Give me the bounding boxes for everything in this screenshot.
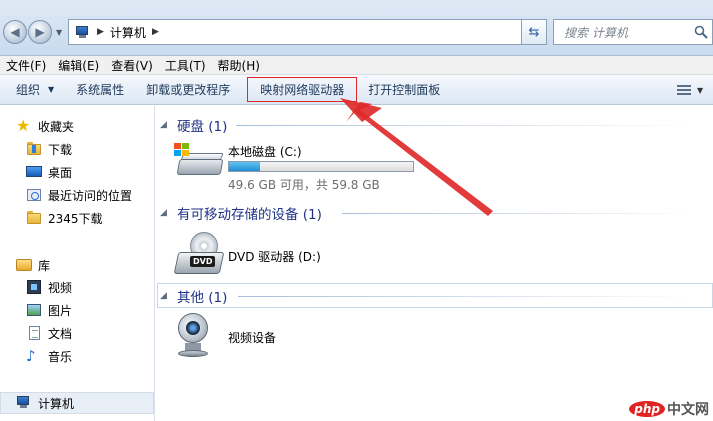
group-title: 有可移动存储的设备 (1) — [177, 207, 322, 223]
group-title: 硬盘 (1) — [177, 119, 228, 135]
menu-bar: 文件(F) 编辑(E) 查看(V) 工具(T) 帮助(H) — [0, 56, 713, 75]
sidebar-item-label: 桌面 — [48, 165, 73, 180]
sidebar-item-2345-downloads[interactable]: 2345下载 — [26, 207, 103, 229]
hard-disk-icon — [174, 143, 224, 183]
collapse-triangle-icon[interactable]: ◢ — [160, 291, 169, 301]
webcam-icon — [174, 313, 214, 359]
sidebar-item-recent-places[interactable]: 最近访问的位置 — [26, 184, 132, 206]
download-folder-icon — [26, 141, 42, 157]
sidebar-item-label: 图片 — [48, 303, 73, 318]
video-library-icon — [26, 279, 42, 295]
open-control-panel-button[interactable]: 打开控制面板 — [357, 79, 451, 101]
navigation-pane: ★ 收藏夹 下载 桌面 最近访问的位置 2345下载 库 视频 图片 文档 ♪ … — [0, 106, 155, 421]
collapse-triangle-icon[interactable]: ◢ — [160, 208, 169, 218]
dvd-drive-icon: DVD — [173, 232, 225, 280]
drive-name: 本地磁盘 (C:) — [228, 145, 302, 159]
sidebar-item-libraries[interactable]: 库 — [16, 254, 50, 276]
menu-file[interactable]: 文件(F) — [0, 57, 52, 74]
group-title: 其他 (1) — [177, 290, 228, 306]
change-view-button[interactable]: ▼ — [673, 79, 709, 101]
sidebar-item-label: 最近访问的位置 — [48, 188, 133, 203]
drive-usage-bar — [228, 161, 414, 172]
menu-view[interactable]: 查看(V) — [105, 57, 159, 74]
drive-usage-fill — [229, 162, 261, 171]
chevron-down-icon: ▼ — [697, 85, 704, 95]
sidebar-item-videos[interactable]: 视频 — [26, 276, 72, 298]
search-placeholder: 搜索 计算机 — [564, 25, 628, 40]
group-divider — [238, 296, 696, 297]
back-arrow-icon: ◀ — [10, 25, 20, 39]
watermark-text: 中文网 — [667, 402, 709, 418]
organize-label: 组织 — [16, 83, 41, 97]
breadcrumb-separator-icon[interactable]: ▶ — [97, 27, 104, 37]
sidebar-item-desktop[interactable]: 桌面 — [26, 161, 72, 183]
sidebar-item-label: 下载 — [48, 142, 73, 157]
view-options-icon — [677, 84, 691, 96]
address-bar[interactable]: ▶ 计算机 ▶ ▼ — [68, 19, 545, 45]
sidebar-item-label: 收藏夹 — [38, 119, 75, 134]
command-bar: 组织 ▼ 系统属性 卸载或更改程序 映射网络驱动器 打开控制面板 ▼ — [0, 75, 713, 105]
dvd-badge: DVD — [190, 256, 216, 267]
sidebar-item-label: 计算机 — [38, 396, 75, 411]
drive-item-local-disk-c[interactable]: 本地磁盘 (C:) 49.6 GB 可用，共 59.8 GB — [174, 143, 414, 192]
refresh-icon: ⇆ — [528, 24, 540, 40]
watermark-logo: php — [629, 401, 665, 417]
refresh-button[interactable]: ⇆ — [521, 19, 547, 45]
sidebar-item-pictures[interactable]: 图片 — [26, 299, 72, 321]
computer-icon — [16, 395, 32, 411]
content-pane: ◢ 硬盘 (1) 本地磁盘 (C:) 49.6 GB 可用，共 59.8 GB … — [156, 106, 713, 421]
system-properties-button[interactable]: 系统属性 — [65, 79, 135, 101]
folder-icon — [26, 210, 42, 226]
desktop-icon — [26, 164, 42, 180]
forward-button[interactable]: ▶ — [28, 20, 52, 44]
recent-pages-dropdown[interactable]: ▼ — [56, 28, 62, 37]
group-divider — [342, 213, 697, 214]
sidebar-item-documents[interactable]: 文档 — [26, 322, 72, 344]
watermark: php 中文网 — [629, 399, 709, 419]
forward-arrow-icon: ▶ — [35, 25, 45, 39]
sidebar-item-favorites[interactable]: ★ 收藏夹 — [16, 115, 74, 137]
device-item-video-device[interactable]: 视频设备 — [174, 313, 276, 359]
menu-help[interactable]: 帮助(H) — [212, 57, 266, 74]
map-network-drive-button[interactable]: 映射网络驱动器 — [247, 77, 358, 102]
menu-tools[interactable]: 工具(T) — [159, 57, 212, 74]
computer-icon — [75, 25, 91, 39]
sidebar-item-computer[interactable]: 计算机 — [16, 392, 74, 414]
breadcrumb-computer[interactable]: 计算机 — [110, 24, 146, 41]
sidebar-item-label: 2345下载 — [48, 211, 103, 226]
pictures-library-icon — [26, 302, 42, 318]
search-input[interactable]: 搜索 计算机 — [553, 19, 713, 45]
drive-name: DVD 驱动器 (D:) — [228, 250, 321, 264]
back-button[interactable]: ◀ — [3, 20, 27, 44]
menu-edit[interactable]: 编辑(E) — [52, 57, 105, 74]
uninstall-program-button[interactable]: 卸载或更改程序 — [135, 79, 241, 101]
recent-places-icon — [26, 187, 42, 203]
sidebar-item-label: 库 — [38, 258, 51, 273]
sidebar-item-downloads[interactable]: 下载 — [26, 138, 72, 160]
music-note-icon: ♪ — [26, 347, 36, 365]
chevron-down-icon: ▼ — [48, 85, 55, 94]
search-icon[interactable] — [694, 25, 708, 39]
group-divider — [236, 125, 696, 126]
star-icon: ★ — [16, 116, 31, 135]
sidebar-item-label: 视频 — [48, 280, 73, 295]
collapse-triangle-icon[interactable]: ◢ — [160, 120, 169, 130]
documents-library-icon — [26, 325, 42, 341]
breadcrumb-separator-icon[interactable]: ▶ — [152, 27, 159, 37]
drive-item-dvd-d[interactable]: DVD DVD 驱动器 (D:) — [173, 232, 321, 280]
sidebar-item-label: 文档 — [48, 326, 73, 341]
sidebar-item-music[interactable]: ♪ 音乐 — [26, 345, 72, 367]
drive-free-space: 49.6 GB 可用，共 59.8 GB — [228, 178, 380, 192]
address-row: ◀ ▶ ▼ ▶ 计算机 ▶ ▼ ⇆ 搜索 计算机 — [0, 0, 713, 56]
sidebar-item-label: 音乐 — [48, 349, 73, 364]
group-header-hard-disks[interactable]: ◢ 硬盘 (1) — [160, 114, 227, 136]
group-header-other[interactable]: ◢ 其他 (1) — [160, 285, 227, 307]
library-icon — [16, 257, 32, 273]
organize-button[interactable]: 组织 ▼ — [0, 79, 65, 101]
group-header-removable-storage[interactable]: ◢ 有可移动存储的设备 (1) — [160, 202, 322, 224]
device-name: 视频设备 — [228, 331, 277, 345]
